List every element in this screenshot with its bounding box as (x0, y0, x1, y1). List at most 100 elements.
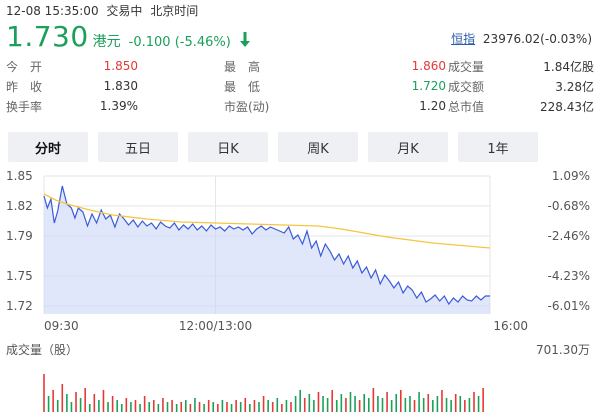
volume-bar (235, 400, 237, 412)
y-tick-right: -6.01% (548, 299, 590, 313)
volume-bar (418, 392, 420, 412)
volume-bar (377, 396, 379, 412)
stat-cell: 换手率 1.39% (6, 98, 138, 115)
volume-bar (340, 394, 343, 412)
stat-label: 今 开 (6, 59, 43, 74)
stat-value: 1.20 (419, 99, 446, 113)
index-link[interactable]: 恒指 (451, 32, 475, 46)
volume-bar (409, 396, 411, 412)
volume-bar (436, 396, 439, 412)
volume-bar (84, 388, 86, 412)
volume-bar (198, 402, 201, 412)
current-price: 1.730 (6, 20, 89, 53)
stat-cell: 最 低 1.720 (224, 78, 446, 95)
volume-bar (422, 398, 425, 412)
volume-bar (395, 394, 398, 412)
stat-value: 228.43亿 (540, 99, 594, 114)
volume-bar (299, 390, 301, 412)
volume-bar (107, 402, 109, 412)
stat-value: 1.860 (411, 59, 446, 73)
tab-0[interactable]: 分时 (8, 132, 88, 162)
volume-bar (331, 390, 333, 412)
volume-bar (335, 400, 338, 412)
volume-bar (326, 398, 329, 412)
y-tick-right: -2.46% (548, 229, 590, 243)
volume-bar (244, 398, 247, 412)
status-line: 12-08 15:35:00 交易中 北京时间 (6, 2, 202, 19)
volume-bar (61, 384, 64, 412)
volume-bar (459, 396, 462, 412)
volume-bar (152, 400, 155, 412)
volume-bar (116, 400, 118, 412)
volume-bar (281, 404, 283, 412)
volume-bar (120, 404, 123, 412)
volume-bar (102, 390, 105, 412)
tab-1[interactable]: 五日 (98, 132, 178, 162)
stat-cell: 昨 收 1.830 (6, 78, 138, 95)
stat-label: 最 高 (224, 59, 261, 74)
tab-3[interactable]: 周K (278, 132, 358, 162)
index-value: 23976.02(-0.03%) (482, 32, 592, 46)
volume-max-label: 701.30万 (536, 343, 590, 357)
tab-2[interactable]: 日K (188, 132, 268, 162)
volume-bar (166, 402, 169, 412)
stat-label: 最 低 (224, 79, 261, 94)
volume-bar (162, 398, 164, 412)
tab-4[interactable]: 月K (368, 132, 448, 162)
stat-value: 1.720 (411, 79, 446, 93)
volume-bar (134, 400, 137, 412)
stat-label: 昨 收 (6, 79, 43, 94)
stat-label: 成交量 (448, 59, 485, 74)
volume-bar (345, 398, 347, 412)
y-tick-left: 1.82 (6, 199, 33, 213)
stat-cell: 成交额 3.28亿 (448, 78, 594, 95)
period-tabs: 分时 五日 日K 周K 月K 1年 (8, 132, 548, 162)
index-info: 恒指 23976.02(-0.03%) (451, 30, 592, 47)
volume-bar (207, 400, 210, 412)
stat-value: 3.28亿 (555, 79, 594, 94)
volume-bar (175, 404, 178, 412)
stat-label: 总市值 (448, 99, 485, 114)
x-tick-label: 12:00/13:00 (179, 319, 252, 333)
volume-bar (148, 402, 151, 412)
stat-cell: 总市值 228.43亿 (448, 98, 594, 115)
stat-cell: 今 开 1.850 (6, 58, 138, 75)
volume-bar (276, 398, 279, 412)
volume-bar (212, 402, 215, 412)
volume-bar (290, 402, 292, 412)
volume-bar (464, 400, 466, 412)
y-tick-left: 1.79 (6, 229, 33, 243)
volume-bar (294, 396, 297, 412)
volume-bar (43, 374, 45, 412)
volume-bar (303, 398, 306, 412)
stat-label: 换手率 (6, 99, 43, 114)
volume-bar (139, 404, 141, 412)
volume-bar (432, 400, 434, 412)
volume-bar (322, 396, 324, 412)
volume-bar (349, 392, 352, 412)
quote-datetime: 12-08 15:35:00 (6, 4, 99, 18)
volume-bar (386, 392, 388, 412)
volume-bar (239, 402, 242, 412)
stat-cell: 成交量 1.84亿股 (448, 58, 594, 75)
volume-bar (372, 388, 375, 412)
price-currency: 港元 (92, 34, 121, 50)
volume-bar (367, 398, 370, 412)
volume-bar (258, 402, 260, 412)
volume-bar (253, 400, 256, 412)
volume-bar (194, 398, 196, 412)
volume-bar (482, 388, 484, 412)
volume-bar (267, 400, 269, 412)
volume-bar (185, 400, 187, 412)
volume-bar (477, 396, 480, 412)
volume-label: 成交量（股） (6, 342, 78, 357)
x-tick-label: 16:00 (493, 319, 528, 333)
tab-5[interactable]: 1年 (458, 132, 538, 162)
volume-bar (88, 404, 91, 412)
volume-bar (390, 400, 393, 412)
stat-label: 成交额 (448, 79, 485, 94)
volume-bar (230, 404, 233, 412)
volume-bar (70, 402, 73, 412)
volume-bar (52, 390, 54, 412)
volume-bar (66, 394, 68, 412)
